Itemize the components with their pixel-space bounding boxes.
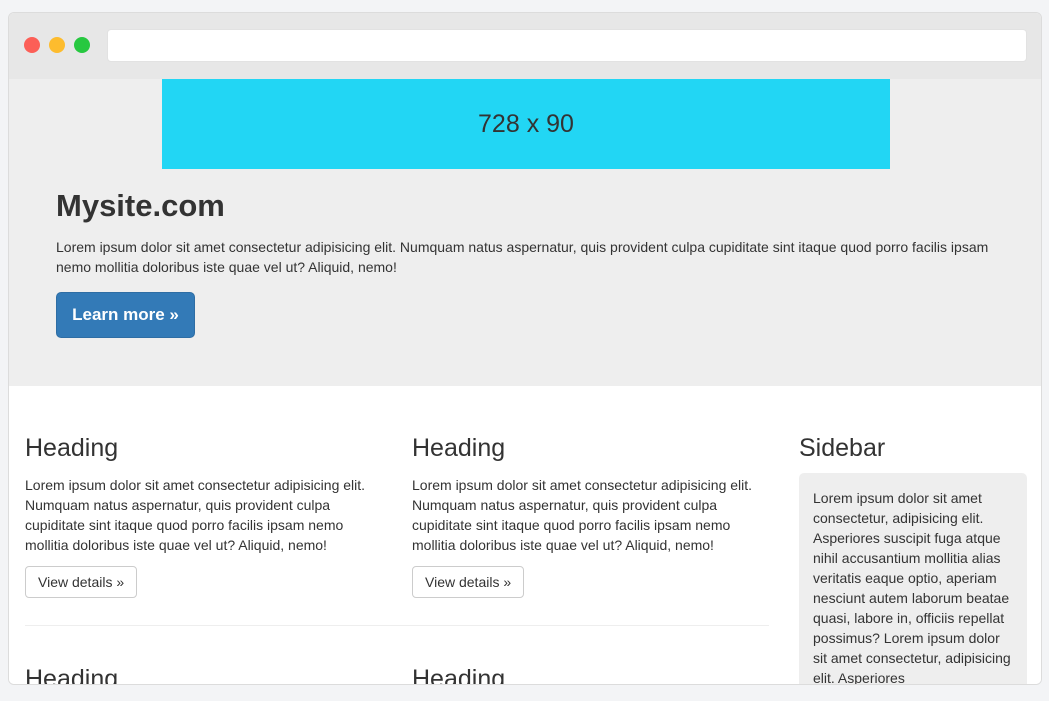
sidebar-text: Lorem ipsum dolor sit amet consectetur, … xyxy=(799,473,1027,684)
close-window-button[interactable] xyxy=(24,37,40,53)
sidebar-title: Sidebar xyxy=(799,434,886,462)
view-details-button[interactable]: View details » xyxy=(25,566,138,598)
row-divider xyxy=(25,625,769,626)
content-column: Heading xyxy=(25,665,380,684)
browser-window: 728 x 90 Mysite.com Lorem ipsum dolor si… xyxy=(8,12,1042,685)
content-column: Heading Lorem ipsum dolor sit amet conse… xyxy=(412,434,767,598)
column-heading: Heading xyxy=(412,665,506,684)
column-heading: Heading xyxy=(25,434,119,462)
browser-titlebar xyxy=(9,13,1041,79)
hero-text: Lorem ipsum dolor sit amet consectetur a… xyxy=(56,239,989,275)
learn-more-button[interactable]: Learn more » xyxy=(56,292,195,338)
content-column: Heading xyxy=(412,665,767,684)
sidebar: Sidebar Lorem ipsum dolor sit amet conse… xyxy=(799,434,1027,684)
ad-banner[interactable]: 728 x 90 xyxy=(162,79,890,169)
site-title: Mysite.com xyxy=(56,188,225,223)
column-text: Lorem ipsum dolor sit amet consectetur a… xyxy=(25,477,366,553)
column-heading: Heading xyxy=(412,434,506,462)
view-details-button[interactable]: View details » xyxy=(412,566,525,598)
address-bar[interactable] xyxy=(107,29,1027,62)
column-text: Lorem ipsum dolor sit amet consectetur a… xyxy=(412,477,753,553)
minimize-window-button[interactable] xyxy=(49,37,65,53)
hero-section: 728 x 90 Mysite.com Lorem ipsum dolor si… xyxy=(9,79,1041,386)
content-column: Heading Lorem ipsum dolor sit amet conse… xyxy=(25,434,380,598)
web-page: 728 x 90 Mysite.com Lorem ipsum dolor si… xyxy=(9,79,1041,684)
column-heading: Heading xyxy=(25,665,119,684)
maximize-window-button[interactable] xyxy=(74,37,90,53)
